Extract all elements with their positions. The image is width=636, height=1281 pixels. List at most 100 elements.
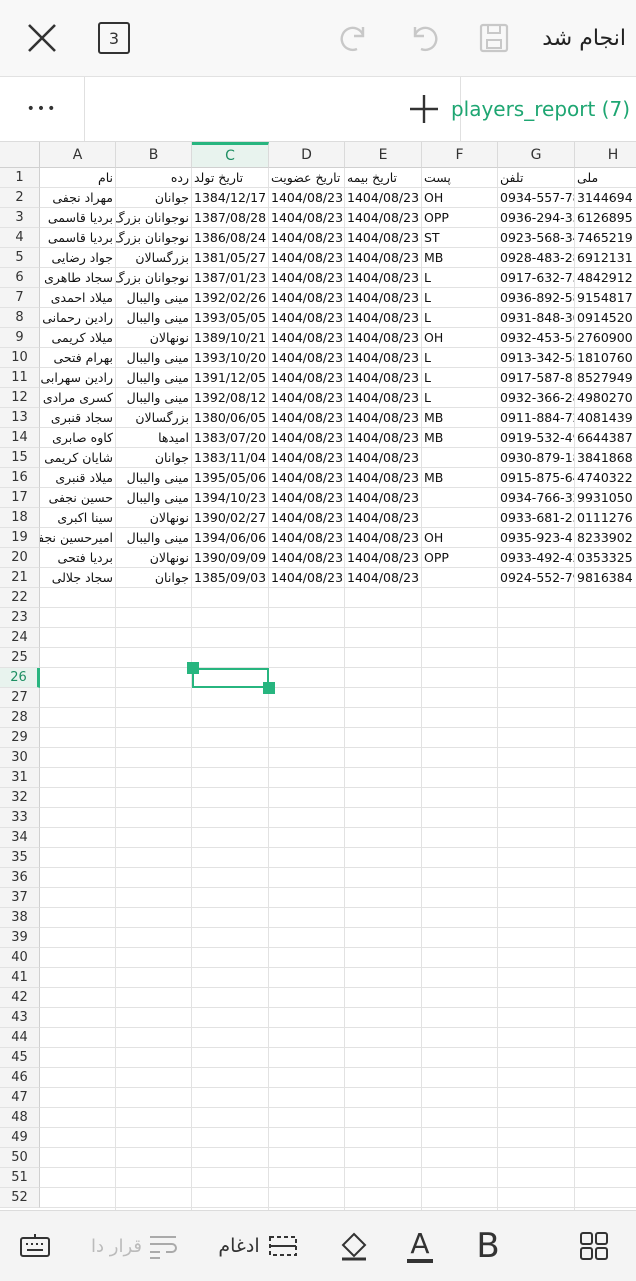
row-header[interactable]: 49 xyxy=(0,1128,40,1148)
row-header[interactable]: 38 xyxy=(0,908,40,928)
cell-a19[interactable]: امیرحسین نجفی xyxy=(40,528,115,548)
redo-icon[interactable] xyxy=(330,0,374,76)
column-header-c[interactable]: C xyxy=(192,142,269,168)
cell-c17[interactable]: 1394/10/23 xyxy=(192,488,268,508)
row-header[interactable]: 37 xyxy=(0,888,40,908)
cell-c21[interactable]: 1385/09/03 xyxy=(192,568,268,588)
cell-e17[interactable]: 1404/08/23 xyxy=(345,488,421,508)
cell-c3[interactable]: 1387/08/28 xyxy=(192,208,268,228)
cell-h14[interactable]: 6644387 xyxy=(575,428,636,448)
row-header[interactable]: 23 xyxy=(0,608,40,628)
cell-f20[interactable]: OPP xyxy=(422,548,497,568)
row-header[interactable]: 6 xyxy=(0,268,40,288)
cell-h13[interactable]: 4081439 xyxy=(575,408,636,428)
cell-b1[interactable]: رده xyxy=(116,168,191,188)
cell-h10[interactable]: 1810760 xyxy=(575,348,636,368)
cell-c6[interactable]: 1387/01/23 xyxy=(192,268,268,288)
cell-c14[interactable]: 1383/07/20 xyxy=(192,428,268,448)
selected-cell-c26[interactable] xyxy=(192,668,269,688)
row-header[interactable]: 42 xyxy=(0,988,40,1008)
cell-e10[interactable]: 1404/08/23 xyxy=(345,348,421,368)
cell-h6[interactable]: 4842912 xyxy=(575,268,636,288)
cell-c1[interactable]: تاریخ تولد xyxy=(192,168,268,188)
row-header[interactable]: 11 xyxy=(0,368,40,388)
row-header[interactable]: 20 xyxy=(0,548,40,568)
selection-handle-start[interactable] xyxy=(187,662,199,674)
cell-g19[interactable]: 0935-923-413 xyxy=(498,528,574,548)
cell-c15[interactable]: 1383/11/04 xyxy=(192,448,268,468)
cell-a11[interactable]: رادین سهرابی xyxy=(40,368,115,388)
cell-a4[interactable]: بردیا قاسمی xyxy=(40,228,115,248)
row-header[interactable]: 2 xyxy=(0,188,40,208)
cell-g12[interactable]: 0932-366-288 xyxy=(498,388,574,408)
cell-c4[interactable]: 1386/08/24 xyxy=(192,228,268,248)
bold-button[interactable]: B xyxy=(466,1211,510,1281)
cell-c10[interactable]: 1393/10/20 xyxy=(192,348,268,368)
cell-g2[interactable]: 0934-557-781 xyxy=(498,188,574,208)
cell-f3[interactable]: OPP xyxy=(422,208,497,228)
cell-h2[interactable]: 3144694 xyxy=(575,188,636,208)
row-header[interactable]: 24 xyxy=(0,628,40,648)
wrap-text-button[interactable]: قرار دادن xyxy=(84,1211,184,1281)
row-header[interactable]: 51 xyxy=(0,1168,40,1188)
cell-e18[interactable]: 1404/08/23 xyxy=(345,508,421,528)
cell-b15[interactable]: جوانان xyxy=(116,448,191,468)
cell-g20[interactable]: 0933-492-421 xyxy=(498,548,574,568)
cell-g14[interactable]: 0919-532-495 xyxy=(498,428,574,448)
column-header-g[interactable]: G xyxy=(498,142,575,168)
cell-c7[interactable]: 1392/02/26 xyxy=(192,288,268,308)
cell-a6[interactable]: سجاد طاهری xyxy=(40,268,115,288)
row-header[interactable]: 7 xyxy=(0,288,40,308)
row-header[interactable]: 4 xyxy=(0,228,40,248)
cell-b2[interactable]: جوانان xyxy=(116,188,191,208)
close-icon[interactable] xyxy=(14,0,70,76)
cell-h7[interactable]: 9154817 xyxy=(575,288,636,308)
cell-f5[interactable]: MB xyxy=(422,248,497,268)
cell-a20[interactable]: بردیا فتحی xyxy=(40,548,115,568)
cell-c12[interactable]: 1392/08/12 xyxy=(192,388,268,408)
row-header[interactable]: 36 xyxy=(0,868,40,888)
cell-e8[interactable]: 1404/08/23 xyxy=(345,308,421,328)
column-header-f[interactable]: F xyxy=(422,142,498,168)
column-header-h[interactable]: H xyxy=(575,142,636,168)
cell-a3[interactable]: بردیا قاسمی xyxy=(40,208,115,228)
row-header[interactable]: 15 xyxy=(0,448,40,468)
cell-g18[interactable]: 0933-681-252 xyxy=(498,508,574,528)
row-header[interactable]: 33 xyxy=(0,808,40,828)
row-header[interactable]: 45 xyxy=(0,1048,40,1068)
cell-g17[interactable]: 0934-766-325 xyxy=(498,488,574,508)
cell-h15[interactable]: 3841868 xyxy=(575,448,636,468)
cell-e1[interactable]: تاریخ بیمه xyxy=(345,168,421,188)
cell-g6[interactable]: 0917-632-751 xyxy=(498,268,574,288)
cell-h9[interactable]: 2760900 xyxy=(575,328,636,348)
selection-handle-end[interactable] xyxy=(263,682,275,694)
cell-d4[interactable]: 1404/08/23 xyxy=(269,228,344,248)
cell-e12[interactable]: 1404/08/23 xyxy=(345,388,421,408)
row-header[interactable]: 8 xyxy=(0,308,40,328)
column-header-e[interactable]: E xyxy=(345,142,422,168)
cell-e21[interactable]: 1404/08/23 xyxy=(345,568,421,588)
cell-a8[interactable]: رادین رحمانی xyxy=(40,308,115,328)
cell-f1[interactable]: پست xyxy=(422,168,497,188)
cell-f13[interactable]: MB xyxy=(422,408,497,428)
row-header[interactable]: 12 xyxy=(0,388,40,408)
cell-d7[interactable]: 1404/08/23 xyxy=(269,288,344,308)
row-header[interactable]: 25 xyxy=(0,648,40,668)
row-header[interactable]: 34 xyxy=(0,828,40,848)
row-header[interactable]: 35 xyxy=(0,848,40,868)
cell-b21[interactable]: جوانان xyxy=(116,568,191,588)
cell-d10[interactable]: 1404/08/23 xyxy=(269,348,344,368)
cell-c13[interactable]: 1380/06/05 xyxy=(192,408,268,428)
cell-c8[interactable]: 1393/05/05 xyxy=(192,308,268,328)
cell-c18[interactable]: 1390/02/27 xyxy=(192,508,268,528)
cell-g5[interactable]: 0928-483-284 xyxy=(498,248,574,268)
cell-f14[interactable]: MB xyxy=(422,428,497,448)
cell-d12[interactable]: 1404/08/23 xyxy=(269,388,344,408)
undo-icon[interactable] xyxy=(404,0,448,76)
row-header[interactable]: 30 xyxy=(0,748,40,768)
cell-d19[interactable]: 1404/08/23 xyxy=(269,528,344,548)
cell-g10[interactable]: 0913-342-587 xyxy=(498,348,574,368)
row-header[interactable]: 22 xyxy=(0,588,40,608)
fill-color-icon[interactable] xyxy=(332,1211,376,1281)
cell-d13[interactable]: 1404/08/23 xyxy=(269,408,344,428)
